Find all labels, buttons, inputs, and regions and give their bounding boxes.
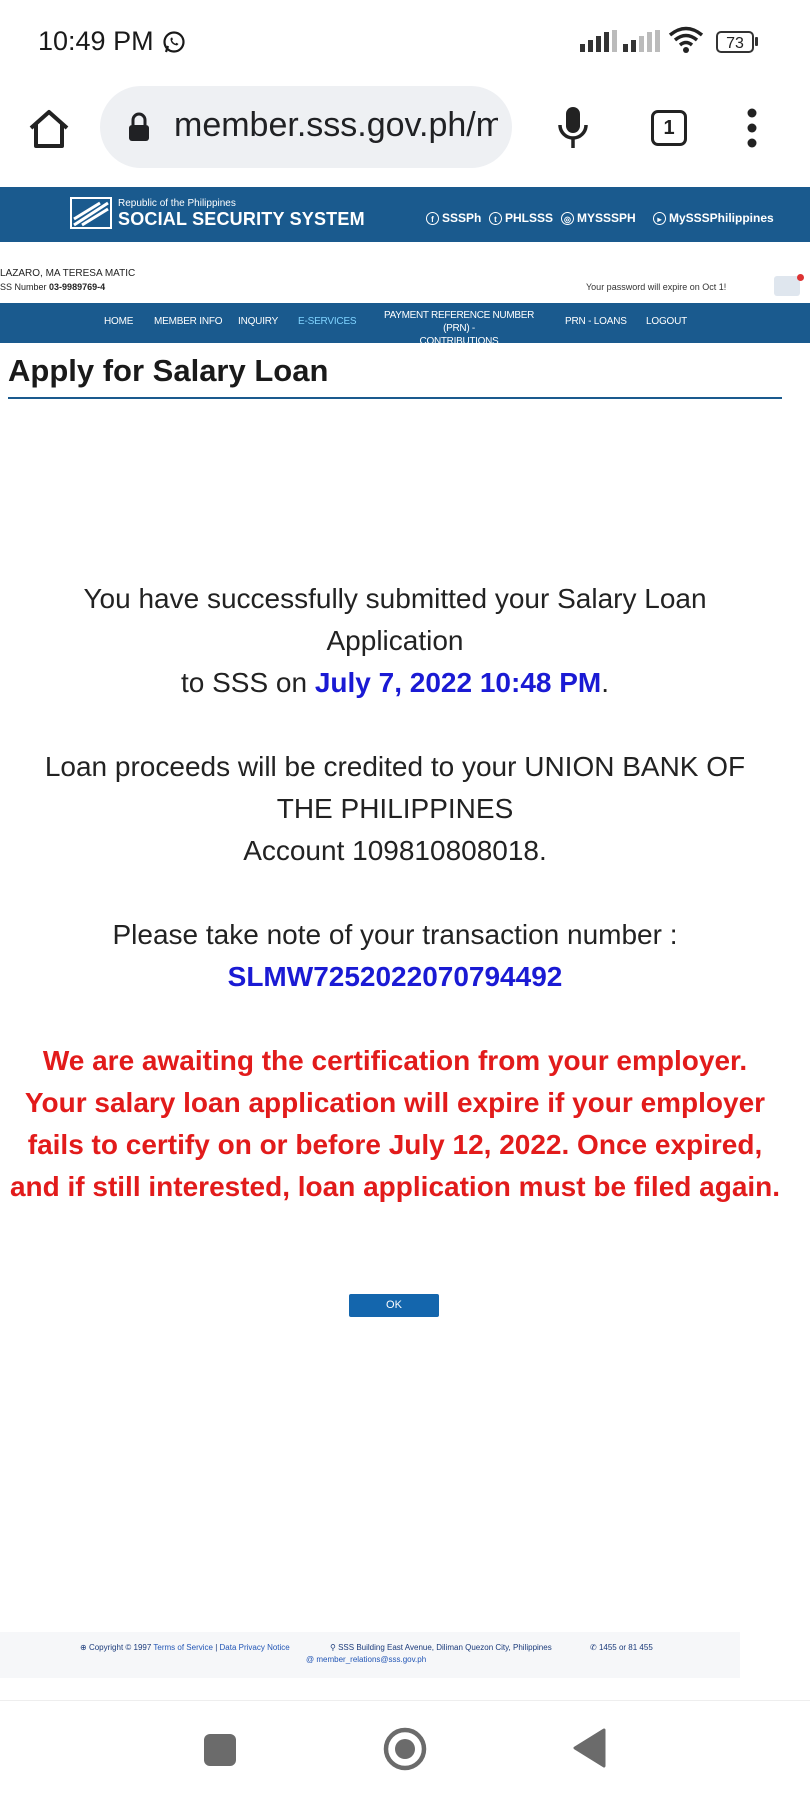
signal-icon — [580, 30, 617, 52]
page-title: Apply for Salary Loan — [8, 353, 329, 388]
back-button[interactable] — [572, 1728, 606, 1768]
sss-title[interactable]: SOCIAL SECURITY SYSTEM — [118, 209, 365, 230]
loan-proceeds-message: Loan proceeds will be credited to your U… — [0, 746, 790, 872]
copyright-text: Copyright © 1997 — [88, 1643, 152, 1652]
social-youtube-link[interactable]: ▸ MySSSPhilippines — [653, 211, 774, 225]
signal-icon — [623, 30, 660, 52]
submission-date: July 7, 2022 10:48 PM — [314, 667, 602, 698]
lock-icon — [129, 112, 149, 141]
battery-indicator: 73 — [716, 31, 754, 53]
more-vertical-icon[interactable] — [745, 108, 759, 148]
transaction-message: Please take note of your transaction num… — [0, 914, 790, 998]
msg-line: THE PHILIPPINES — [276, 793, 514, 824]
transaction-number: SLMW7252022070794492 — [227, 961, 563, 992]
location-icon: ⚲ — [330, 1643, 336, 1652]
social-instagram-link[interactable]: ◎ MYSSSPH — [561, 211, 636, 225]
warning-line: fails to certify on or before July 12, 2… — [27, 1129, 763, 1160]
nav-prn-contributions[interactable]: PAYMENT REFERENCE NUMBER (PRN) - CONTRIB… — [370, 309, 548, 348]
footer-phone: ✆ 1455 or 81 455 — [590, 1643, 653, 1652]
youtube-icon: ▸ — [653, 211, 666, 225]
footer-email[interactable]: @ member_relations@sss.gov.ph — [306, 1655, 426, 1664]
wifi-icon — [668, 26, 704, 53]
battery-tip — [755, 37, 758, 46]
ss-number-label: SS Number — [0, 282, 47, 292]
warning-line: and if still interested, loan applicatio… — [9, 1171, 781, 1202]
nav-logout[interactable]: LOGOUT — [646, 316, 687, 327]
nav-home[interactable]: HOME — [104, 316, 133, 327]
msg-line: Please take note of your transaction num… — [112, 919, 678, 950]
privacy-link[interactable]: Data Privacy Notice — [220, 1643, 290, 1652]
social-label: SSSPh — [442, 211, 482, 225]
footer-copyright: ⊕ Copyright © 1997 Terms of Service | Da… — [80, 1643, 290, 1652]
footer-address: ⚲ SSS Building East Avenue, Diliman Quez… — [330, 1643, 552, 1652]
social-label: MYSSSPH — [577, 211, 636, 225]
sss-logo-icon[interactable] — [70, 197, 112, 229]
submission-message: You have successfully submitted your Sal… — [0, 578, 790, 704]
social-label: PHLSSS — [505, 211, 554, 225]
title-divider — [8, 397, 782, 399]
twitter-icon: t — [489, 211, 502, 225]
notification-dot — [797, 274, 804, 281]
address-text: SSS Building East Avenue, Diliman Quezon… — [338, 1643, 552, 1652]
msg-prefix: to SSS on — [180, 667, 315, 698]
phone-icon: ✆ — [590, 1643, 597, 1652]
nav-member-info[interactable]: MEMBER INFO — [154, 316, 223, 327]
msg-line: Account 109810808018. — [243, 835, 547, 866]
certification-warning: We are awaiting the certification from y… — [0, 1040, 790, 1208]
ok-button[interactable]: OK — [349, 1294, 439, 1317]
mic-icon[interactable] — [556, 105, 590, 151]
password-expiry-notice: Your password will expire on Oct 1! — [586, 282, 727, 292]
social-label: MySSSPhilippines — [669, 211, 774, 225]
msg-line: You have successfully submitted your Sal… — [83, 583, 707, 614]
msg-line: to SSS on July 7, 2022 10:48 PM. — [0, 662, 790, 704]
tabs-button[interactable]: 1 — [651, 110, 687, 146]
phone-text: 1455 or 81 455 — [598, 1643, 653, 1652]
member-name: LAZARO, MA TERESA MATIC — [0, 268, 136, 279]
warning-line: Your salary loan application will expire… — [24, 1087, 766, 1118]
nav-inquiry[interactable]: INQUIRY — [238, 316, 278, 327]
email-text[interactable]: member_relations@sss.gov.ph — [316, 1655, 426, 1664]
instagram-icon: ◎ — [561, 211, 574, 225]
email-icon: @ — [306, 1655, 315, 1664]
status-time: 10:49 PM — [38, 26, 154, 56]
home-button[interactable] — [382, 1726, 428, 1772]
msg-line: Loan proceeds will be credited to your U… — [44, 751, 746, 782]
nav-prn-line1: PAYMENT REFERENCE NUMBER (PRN) - — [383, 310, 535, 334]
ss-number-value: 03-9989769-4 — [49, 282, 106, 292]
notification-icon[interactable] — [774, 276, 800, 296]
globe-icon: ⊕ — [80, 1643, 87, 1652]
nav-eservices[interactable]: E-SERVICES — [298, 316, 357, 327]
recent-apps-button[interactable] — [204, 1734, 236, 1766]
warning-line: We are awaiting the certification from y… — [42, 1045, 748, 1076]
msg-line: Application — [326, 625, 464, 656]
home-icon[interactable] — [26, 106, 72, 152]
social-twitter-link[interactable]: t PHLSSS — [489, 211, 553, 225]
republic-label: Republic of the Philippines — [118, 198, 236, 209]
nav-prn-line2: CONTRIBUTIONS — [419, 336, 499, 347]
url-text[interactable]: member.sss.gov.ph/m — [174, 106, 498, 145]
facebook-icon: f — [426, 211, 439, 225]
terms-link[interactable]: Terms of Service — [153, 1643, 213, 1652]
msg-suffix: . — [601, 667, 610, 698]
nav-prn-loans[interactable]: PRN - LOANS — [565, 316, 627, 327]
social-facebook-link[interactable]: f SSSPh — [426, 211, 481, 225]
ss-number: SS Number 03-9989769-4 — [0, 282, 105, 292]
whatsapp-icon — [163, 31, 185, 53]
